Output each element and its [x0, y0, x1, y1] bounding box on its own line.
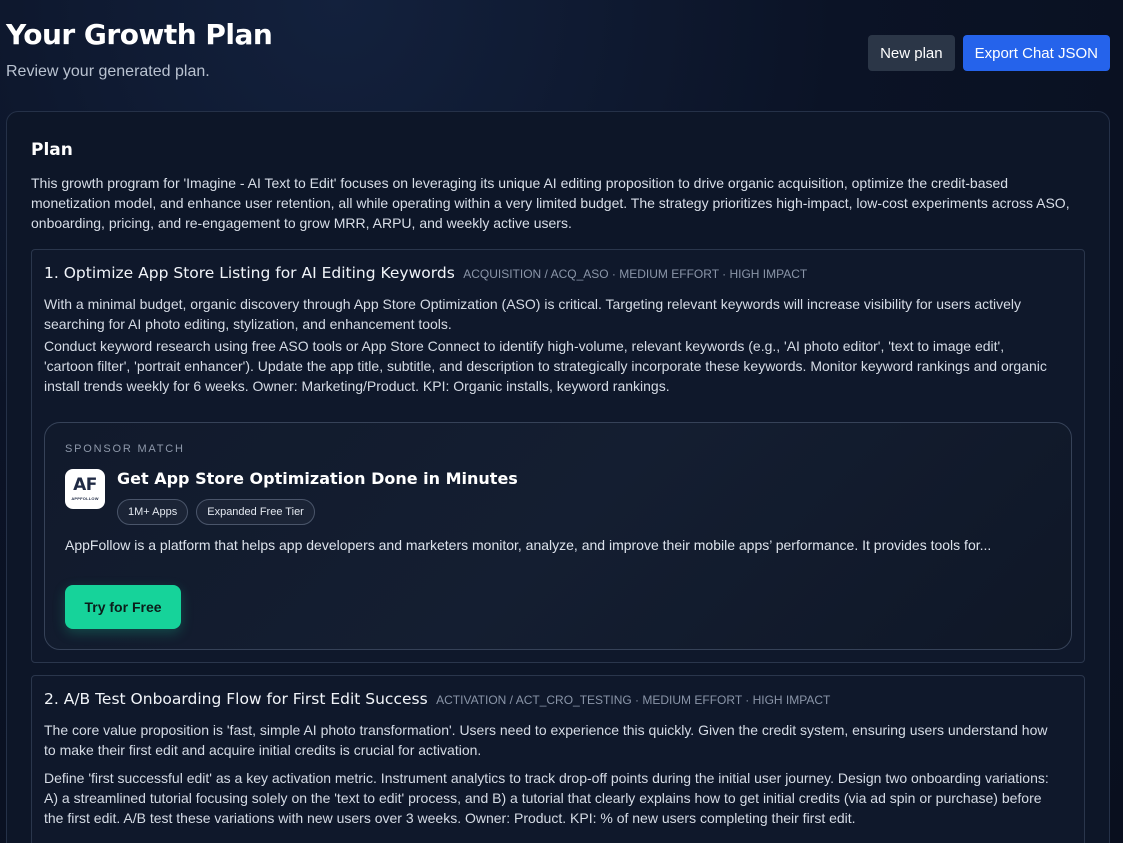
sponsor-card: SPONSOR MATCH AF APPFOLLOW Get App Store… — [44, 422, 1072, 650]
try-for-free-button[interactable]: Try for Free — [65, 585, 181, 629]
step-meta: ACTIVATION / ACT_CRO_TESTING · MEDIUM EF… — [436, 693, 831, 707]
step-details: Define 'first successful edit' as a key … — [44, 770, 1049, 826]
plan-step-card: 1. Optimize App Store Listing for AI Edi… — [31, 249, 1085, 663]
step-rationale: With a minimal budget, organic discovery… — [44, 296, 1022, 332]
step-title-row: 1. Optimize App Store Listing for AI Edi… — [44, 264, 807, 283]
export-chat-json-button[interactable]: Export Chat JSON — [962, 35, 1110, 71]
plan-summary: This growth program for 'Imagine - AI Te… — [31, 175, 1070, 231]
step-meta: ACQUISITION / ACQ_ASO · MEDIUM EFFORT · … — [463, 267, 808, 281]
plan-heading: Plan — [31, 140, 73, 160]
new-plan-button[interactable]: New plan — [868, 35, 955, 71]
step-details: Conduct keyword research using free ASO … — [44, 338, 1047, 394]
sponsor-tag: 1M+ Apps — [117, 499, 189, 525]
header-actions: New plan Export Chat JSON — [868, 35, 1110, 71]
step-title: 2. A/B Test Onboarding Flow for First Ed… — [44, 690, 428, 708]
page-subtitle: Review your generated plan. — [6, 63, 210, 80]
step-title: 1. Optimize App Store Listing for AI Edi… — [44, 264, 455, 282]
sponsor-label: SPONSOR MATCH — [65, 443, 185, 455]
page-title: Your Growth Plan — [6, 18, 273, 51]
step-title-row: 2. A/B Test Onboarding Flow for First Ed… — [44, 690, 830, 709]
plan-step-card: 2. A/B Test Onboarding Flow for First Ed… — [31, 675, 1085, 843]
sponsor-description: AppFollow is a platform that helps app d… — [65, 537, 992, 553]
logo-letters: AF — [73, 475, 97, 495]
sponsor-tags: 1M+ Apps Expanded Free Tier — [117, 499, 315, 525]
sponsor-title: Get App Store Optimization Done in Minut… — [117, 469, 518, 488]
page-header: Your Growth Plan Review your generated p… — [6, 18, 273, 81]
sponsor-tag: Expanded Free Tier — [196, 499, 315, 525]
appfollow-logo: AF APPFOLLOW — [65, 469, 105, 509]
logo-word: APPFOLLOW — [71, 496, 99, 501]
plan-panel: Plan This growth program for 'Imagine - … — [6, 111, 1110, 843]
step-rationale: The core value proposition is 'fast, sim… — [44, 722, 1048, 758]
